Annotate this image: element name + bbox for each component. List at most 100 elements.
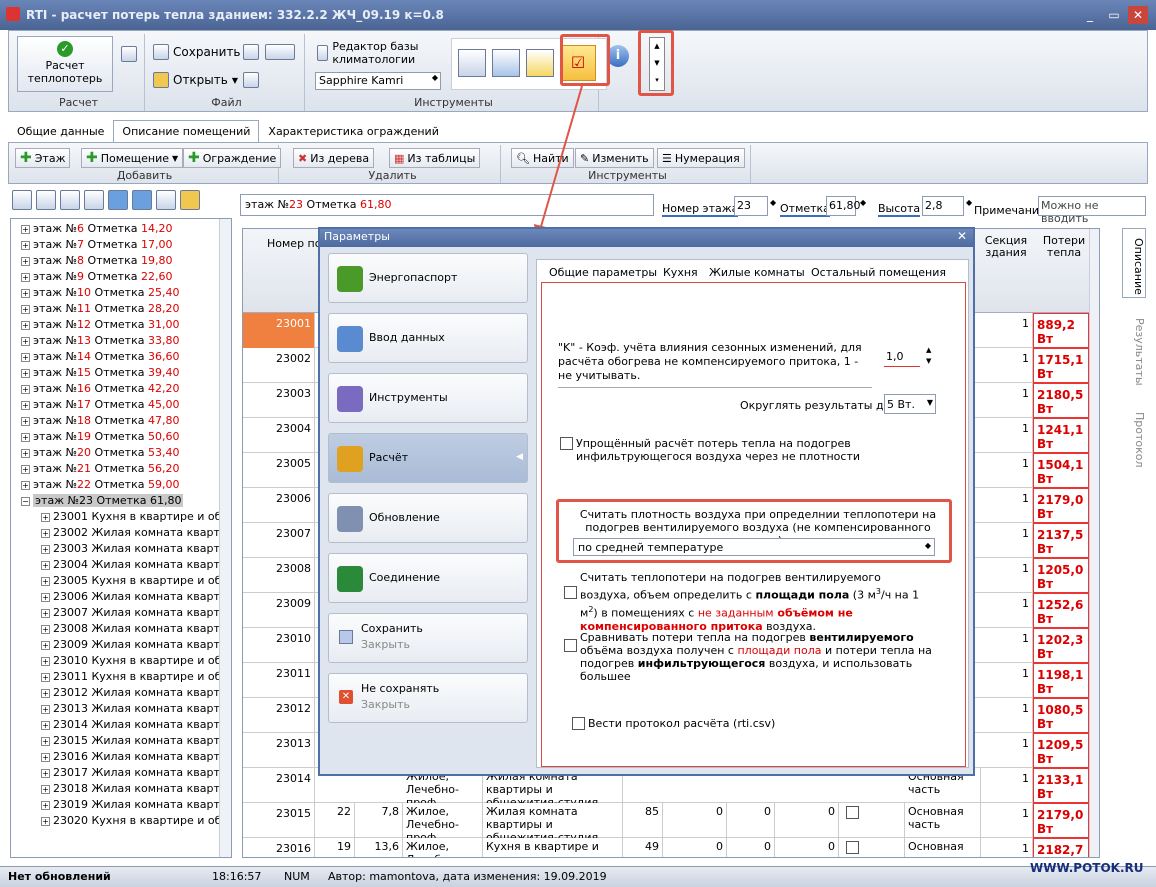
dlg-tab-other[interactable]: Остальный помещения: [811, 266, 946, 279]
simple-infiltration-checkbox[interactable]: [560, 437, 573, 450]
tree-room-item[interactable]: +23015 Жилая комната квартир: [41, 733, 231, 749]
dlg-tab-general[interactable]: Общие параметры: [549, 266, 657, 279]
window-icon[interactable]: [492, 49, 520, 77]
tree-floor-item[interactable]: + этаж №20 Отметка 53,40: [21, 445, 231, 461]
floppy-icon[interactable]: [156, 190, 176, 210]
tree-room-item[interactable]: +23017 Жилая комната квартир: [41, 765, 231, 781]
tree-room-item[interactable]: +23018 Жилая комната квартир: [41, 781, 231, 797]
tree-room-item[interactable]: +23009 Жилая комната квартир: [41, 637, 231, 653]
favorite-icon[interactable]: [526, 49, 554, 77]
density-select[interactable]: по средней температуре ◆: [573, 538, 935, 556]
save-button[interactable]: Сохранить: [153, 44, 241, 60]
tab-fences[interactable]: Характеристика ограждений: [259, 120, 447, 142]
nav-save-button[interactable]: Сохранить Закрыть: [328, 613, 528, 663]
document-icon[interactable]: [243, 44, 259, 60]
spinner-icon[interactable]: ▲ ▼: [926, 345, 931, 367]
tree-floor-item[interactable]: + этаж №13 Отметка 33,80: [21, 333, 231, 349]
round-select[interactable]: 5 Вт. ▼: [884, 394, 936, 414]
nav-nosave-button[interactable]: ✕ Не сохранять Закрыть: [328, 673, 528, 723]
save-as-icon[interactable]: [243, 72, 259, 88]
k-coef-input[interactable]: 1,0: [884, 347, 920, 367]
expand-icon[interactable]: [12, 190, 32, 210]
nav-item[interactable]: Ввод данных: [328, 313, 528, 363]
tree-floor-item[interactable]: + этаж №11 Отметка 28,20: [21, 301, 231, 317]
checklist-icon[interactable]: [121, 46, 137, 62]
row-checkbox[interactable]: [846, 805, 859, 819]
floor-input[interactable]: 23: [734, 196, 768, 216]
tree-room-item[interactable]: +23014 Жилая комната квартир: [41, 717, 231, 733]
height-input[interactable]: 2,8: [922, 196, 964, 216]
tree-room-item[interactable]: +23013 Жилая комната квартир: [41, 701, 231, 717]
from-table-button[interactable]: ▦ Из таблицы: [389, 148, 481, 168]
path-field[interactable]: этаж №23 Отметка 61,80: [240, 194, 654, 216]
dlg-tab-kitchen[interactable]: Кухня: [663, 266, 698, 279]
tree-selected-floor[interactable]: − этаж №23 Отметка 61,80: [11, 493, 231, 509]
nav-item[interactable]: Обновление: [328, 493, 528, 543]
climate-editor-button[interactable]: Редактор базы климатологии: [317, 40, 447, 66]
nav-item[interactable]: Расчёт ◀: [328, 433, 528, 483]
folder-icon[interactable]: [180, 190, 200, 210]
log-checkbox[interactable]: [572, 717, 585, 730]
climate-select[interactable]: Sapphire Kamri ◆: [315, 72, 441, 90]
nav-item[interactable]: Энергопаспорт: [328, 253, 528, 303]
add-fence-button[interactable]: ✚ Ограждение: [183, 148, 282, 168]
spinner-icon[interactable]: ◆: [966, 198, 972, 207]
tree-room-item[interactable]: +23003 Жилая комната квартир: [41, 541, 231, 557]
tab-rooms[interactable]: Описание помещений: [113, 120, 260, 142]
add-room-button[interactable]: ✚ Помещение ▼: [81, 148, 184, 168]
vent-calc-checkbox[interactable]: [564, 586, 577, 599]
side-tab-results[interactable]: Результаты: [1122, 314, 1146, 386]
dialog-close-icon[interactable]: ✕: [957, 229, 967, 243]
info-icon[interactable]: i: [607, 45, 629, 67]
numbering-button[interactable]: ☰ Нумерация: [657, 148, 745, 168]
calc-button[interactable]: ✓ Расчет теплопотерь: [17, 36, 113, 92]
tree-room-item[interactable]: +23005 Кухня в квартире и обще: [41, 573, 231, 589]
tree-room-item[interactable]: +23012 Жилая комната квартир: [41, 685, 231, 701]
tree-floor-item[interactable]: + этаж №17 Отметка 45,00: [21, 397, 231, 413]
list-icon[interactable]: [458, 49, 486, 77]
tree-floor-item[interactable]: + этаж №18 Отметка 47,80: [21, 413, 231, 429]
from-tree-button[interactable]: ✖ Из дерева: [293, 148, 375, 168]
tree-room-item[interactable]: +23004 Жилая комната квартир: [41, 557, 231, 573]
tree-floor-item[interactable]: + этаж №22 Отметка 59,00: [21, 477, 231, 493]
tree-floor-item[interactable]: + этаж №8 Отметка 19,80: [21, 253, 231, 269]
spinner-icon[interactable]: ◆: [860, 198, 866, 207]
nav-item[interactable]: Соединение: [328, 553, 528, 603]
tree-scrollbar[interactable]: [219, 219, 231, 857]
tree-floor-item[interactable]: + этаж №10 Отметка 25,40: [21, 285, 231, 301]
tree-floor-item[interactable]: + этаж №21 Отметка 56,20: [21, 461, 231, 477]
tree-room-item[interactable]: +23011 Кухня в квартире и обще: [41, 669, 231, 685]
tree-floor-item[interactable]: + этаж №16 Отметка 42,20: [21, 381, 231, 397]
tree-floor-item[interactable]: + этаж №15 Отметка 39,40: [21, 365, 231, 381]
tree-room-item[interactable]: +23001 Кухня в квартире и обще: [41, 509, 231, 525]
nav-item[interactable]: Инструменты: [328, 373, 528, 423]
tree-floor-item[interactable]: + этаж №14 Отметка 36,60: [21, 349, 231, 365]
table-row[interactable]: 23016 19 13,6 Жилое, Лечебно-проф Кухня в кв…: [243, 838, 1099, 857]
tree-room-item[interactable]: +23020 Кухня в квартире и обще: [41, 813, 231, 829]
maximize-button[interactable]: ▭: [1104, 6, 1124, 24]
tree-room-item[interactable]: +23008 Жилая комната квартир: [41, 621, 231, 637]
tree-floor-item[interactable]: + этаж №19 Отметка 50,60: [21, 429, 231, 445]
row-checkbox[interactable]: [846, 840, 859, 854]
compare-checkbox[interactable]: [564, 639, 577, 652]
grid-scrollbar[interactable]: [1089, 229, 1099, 857]
copy-icon[interactable]: [60, 190, 80, 210]
tree-room-item[interactable]: +23006 Жилая комната квартир: [41, 589, 231, 605]
minimize-button[interactable]: _: [1080, 6, 1100, 24]
open-button[interactable]: Открыть ▼: [153, 72, 238, 88]
arrow-down-icon[interactable]: [108, 190, 128, 210]
paste-icon[interactable]: [84, 190, 104, 210]
tree-room-item[interactable]: +23002 Жилая комната квартир: [41, 525, 231, 541]
tree-floor-item[interactable]: + этаж №12 Отметка 31,00: [21, 317, 231, 333]
tree-floor-item[interactable]: + этаж №6 Отметка 14,20: [21, 221, 231, 237]
tree-room-item[interactable]: +23007 Жилая комната квартир: [41, 605, 231, 621]
tree-room-item[interactable]: +23019 Жилая комната квартир: [41, 797, 231, 813]
tree-floor-item[interactable]: + этаж №9 Отметка 22,60: [21, 269, 231, 285]
dlg-tab-living[interactable]: Жилые комнаты: [709, 266, 805, 279]
close-button[interactable]: ✕: [1128, 6, 1148, 24]
note-input[interactable]: Можно не вводить: [1038, 196, 1146, 225]
spinner-icon[interactable]: ◆: [770, 198, 776, 207]
tree-room-item[interactable]: +23010 Кухня в квартире и обще: [41, 653, 231, 669]
collapse-icon[interactable]: [36, 190, 56, 210]
table-row[interactable]: 23015 22 7,8 Жилое, Лечебно-проф Жилая комна…: [243, 803, 1099, 838]
